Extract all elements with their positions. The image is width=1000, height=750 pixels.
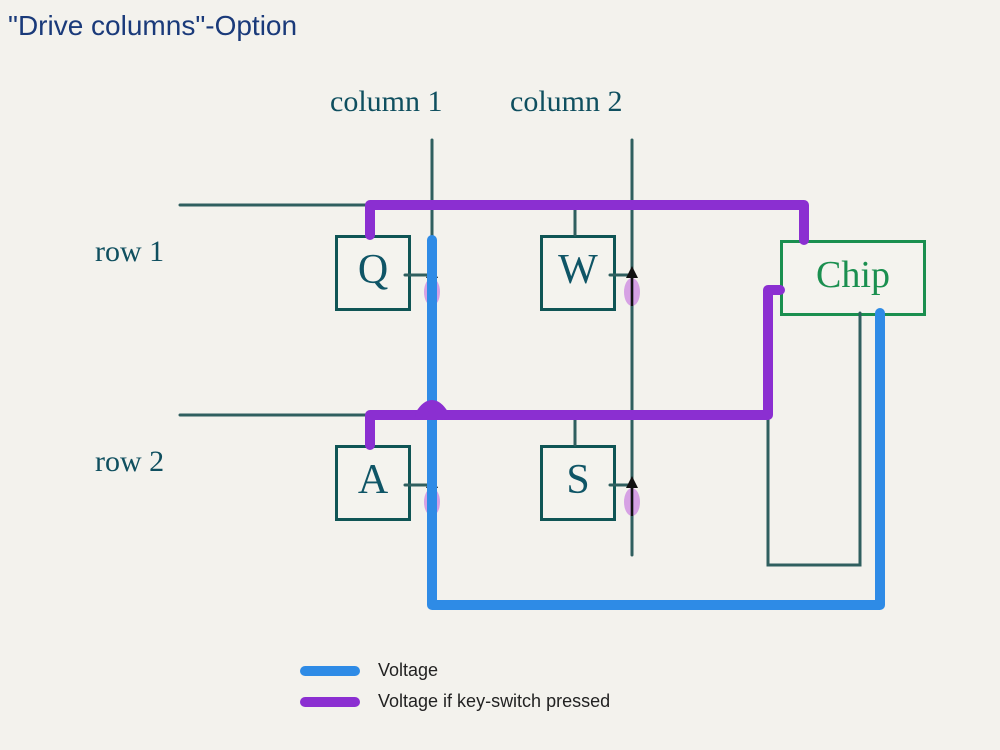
key-s: S xyxy=(540,445,616,521)
diagram-canvas: "Drive columns"-Option column 1 column 2… xyxy=(0,0,1000,750)
label-column-2: column 2 xyxy=(510,85,623,119)
key-w: W xyxy=(540,235,616,311)
legend-label-pressed: Voltage if key-switch pressed xyxy=(378,691,610,712)
diagram-title: "Drive columns"-Option xyxy=(8,10,297,42)
key-a: A xyxy=(335,445,411,521)
legend-swatch-pressed xyxy=(300,697,360,707)
label-row-2: row 2 xyxy=(95,445,164,479)
key-q: Q xyxy=(335,235,411,311)
legend-voltage-pressed: Voltage if key-switch pressed xyxy=(300,691,610,712)
matrix-grid xyxy=(180,140,880,605)
wire-layer xyxy=(0,0,1000,750)
label-row-1: row 1 xyxy=(95,235,164,269)
legend: Voltage Voltage if key-switch pressed xyxy=(300,660,610,722)
legend-swatch-voltage xyxy=(300,666,360,676)
chip: Chip xyxy=(780,240,926,316)
legend-voltage: Voltage xyxy=(300,660,610,681)
label-column-1: column 1 xyxy=(330,85,443,119)
legend-label-voltage: Voltage xyxy=(378,660,438,681)
